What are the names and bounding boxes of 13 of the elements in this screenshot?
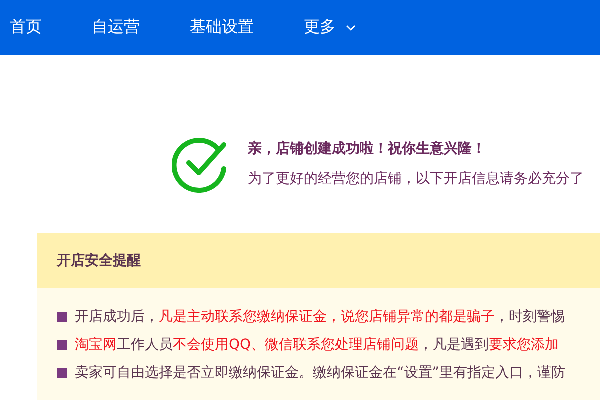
success-title: 亲，店铺创建成功啦！祝你生意兴隆！ [248,140,487,158]
success-subtitle: 为了更好的经营您的店铺，以下开店信息请务必充分了 [248,170,584,188]
nav-item[interactable]: 自运营 [92,17,140,38]
bullet-icon [57,340,67,350]
notice-title: 开店安全提醒 [57,252,141,270]
nav-item[interactable]: 更多 [304,17,356,38]
nav-item[interactable]: 基础设置 [190,17,254,38]
notice-text: 卖家可自由选择是否立即缴纳保证金。缴纳保证金在“设置”里有指定入口，谨防 [75,364,566,382]
bullet-icon [57,368,67,378]
bullet-icon [57,312,67,322]
notice-text: 淘宝网工作人员不会使用QQ、微信联系您处理店铺问题，凡是遇到要求您添加 [75,336,560,354]
nav-item[interactable]: 首页 [10,17,42,38]
notice-text: 开店成功后，凡是主动联系您缴纳保证金，说您店铺异常的都是骗子，时刻警惕 [75,308,565,326]
